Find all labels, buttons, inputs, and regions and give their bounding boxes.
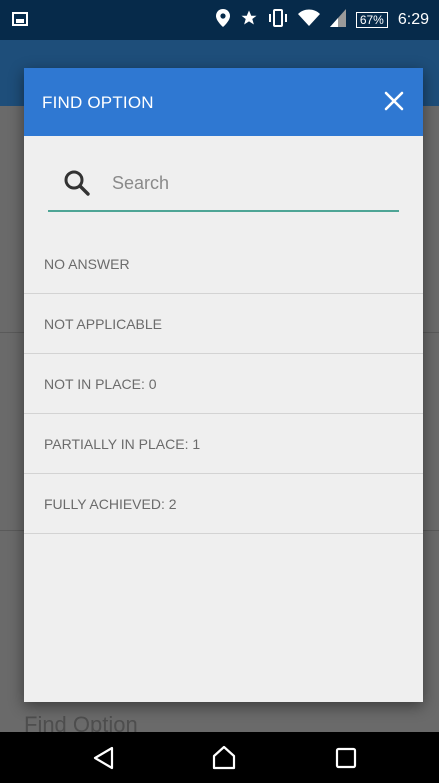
home-button[interactable] <box>210 744 238 772</box>
option-not-applicable[interactable]: NOT APPLICABLE <box>24 294 423 354</box>
vibrate-icon <box>268 8 288 32</box>
battery-indicator: 67% <box>355 12 388 28</box>
dialog-header: FIND OPTION <box>24 68 423 136</box>
search-box <box>48 160 399 212</box>
dialog-title: FIND OPTION <box>42 93 154 112</box>
navigation-bar <box>0 732 439 783</box>
star-icon <box>240 9 258 32</box>
recents-icon <box>335 747 357 769</box>
close-button[interactable] <box>377 84 411 118</box>
wifi-icon <box>297 9 320 32</box>
image-icon <box>12 12 28 26</box>
home-icon <box>212 745 236 770</box>
search-input[interactable] <box>110 166 394 200</box>
clock: 6:29 <box>397 11 429 28</box>
option-partially-in-place[interactable]: PARTIALLY IN PLACE: 1 <box>24 414 423 474</box>
option-no-answer[interactable]: NO ANSWER <box>24 234 423 294</box>
status-bar: 67% 6:29 <box>0 0 439 40</box>
signal-icon <box>329 8 346 32</box>
back-button[interactable] <box>90 744 118 772</box>
option-fully-achieved[interactable]: FULLY ACHIEVED: 2 <box>24 474 423 534</box>
option-list: NO ANSWER NOT APPLICABLE NOT IN PLACE: 0… <box>24 234 423 534</box>
find-option-dialog: FIND OPTION NO ANSWER NOT APPLICABLE NOT… <box>24 68 423 702</box>
status-icons: 67% 6:29 <box>215 8 429 32</box>
search-icon <box>64 170 90 196</box>
back-icon <box>93 746 114 770</box>
location-icon <box>215 8 230 32</box>
option-not-in-place[interactable]: NOT IN PLACE: 0 <box>24 354 423 414</box>
recents-button[interactable] <box>332 744 360 772</box>
close-icon <box>384 91 404 111</box>
